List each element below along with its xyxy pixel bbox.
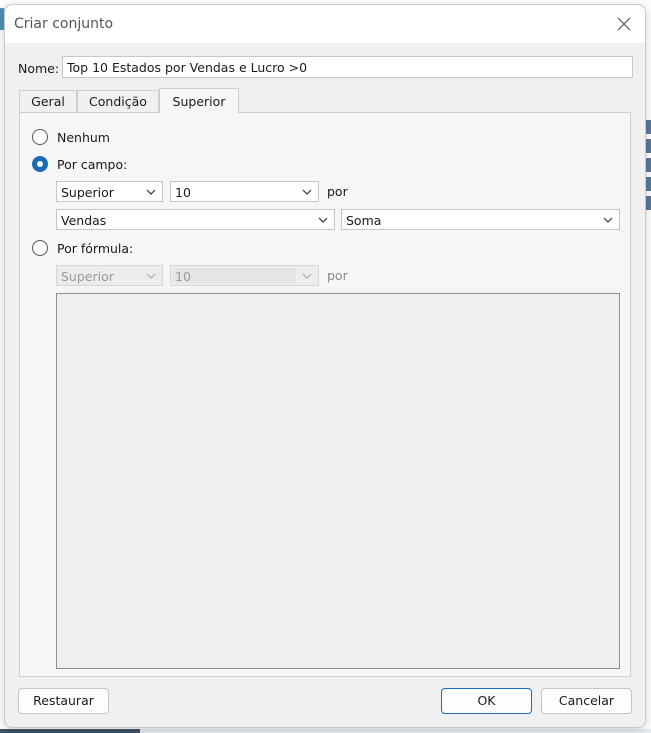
radio-by-formula[interactable] bbox=[32, 240, 48, 256]
formula-editor bbox=[56, 293, 620, 669]
cancel-button[interactable]: Cancelar bbox=[541, 688, 632, 714]
field-aggregation-value: Soma bbox=[346, 213, 382, 228]
field-aggregation-select[interactable]: Soma bbox=[341, 209, 620, 230]
radio-none-label: Nenhum bbox=[57, 130, 110, 145]
name-label: Nome: bbox=[18, 61, 60, 76]
name-input[interactable] bbox=[62, 56, 633, 78]
tab-panel-superior: Nenhum Por campo: Superior 10 por Vendas… bbox=[19, 112, 631, 677]
radio-none[interactable] bbox=[32, 129, 48, 145]
dialog-title: Criar conjunto bbox=[14, 16, 114, 32]
field-count-value: 10 bbox=[175, 185, 191, 200]
formula-count-select: 10 bbox=[170, 265, 319, 286]
formula-direction-value: Superior bbox=[61, 269, 114, 284]
formula-count-value: 10 bbox=[175, 269, 191, 284]
radio-by-field[interactable] bbox=[32, 156, 48, 172]
field-name-select[interactable]: Vendas bbox=[56, 209, 335, 230]
chevron-down-icon bbox=[146, 189, 156, 195]
tab-superior[interactable]: Superior bbox=[159, 88, 239, 113]
field-direction-value: Superior bbox=[61, 185, 114, 200]
chevron-down-icon bbox=[318, 217, 328, 223]
dialog-titlebar: Criar conjunto bbox=[5, 5, 645, 43]
close-icon bbox=[617, 17, 631, 31]
chevron-down-icon bbox=[302, 273, 312, 279]
create-set-dialog: Criar conjunto Nome: Geral Condição Supe… bbox=[4, 4, 646, 728]
radio-by-field-label: Por campo: bbox=[57, 157, 128, 172]
chevron-down-icon bbox=[146, 273, 156, 279]
ok-button[interactable]: OK bbox=[441, 688, 532, 714]
background-app-bar bbox=[0, 729, 140, 733]
formula-por-label: por bbox=[327, 268, 348, 283]
formula-count-field bbox=[173, 268, 296, 283]
chevron-down-icon bbox=[603, 217, 613, 223]
close-button[interactable] bbox=[613, 13, 635, 35]
background-app-line bbox=[140, 729, 651, 733]
radio-by-formula-label: Por fórmula: bbox=[57, 241, 134, 256]
chevron-down-icon bbox=[302, 189, 312, 195]
tab-condicao[interactable]: Condição bbox=[77, 90, 159, 112]
field-direction-select[interactable]: Superior bbox=[56, 181, 163, 202]
field-por-label: por bbox=[327, 184, 348, 199]
tab-geral[interactable]: Geral bbox=[19, 90, 77, 112]
field-name-value: Vendas bbox=[61, 213, 107, 228]
field-count-select[interactable]: 10 bbox=[170, 181, 319, 202]
reset-button[interactable]: Restaurar bbox=[18, 688, 109, 714]
formula-direction-select: Superior bbox=[56, 265, 163, 286]
